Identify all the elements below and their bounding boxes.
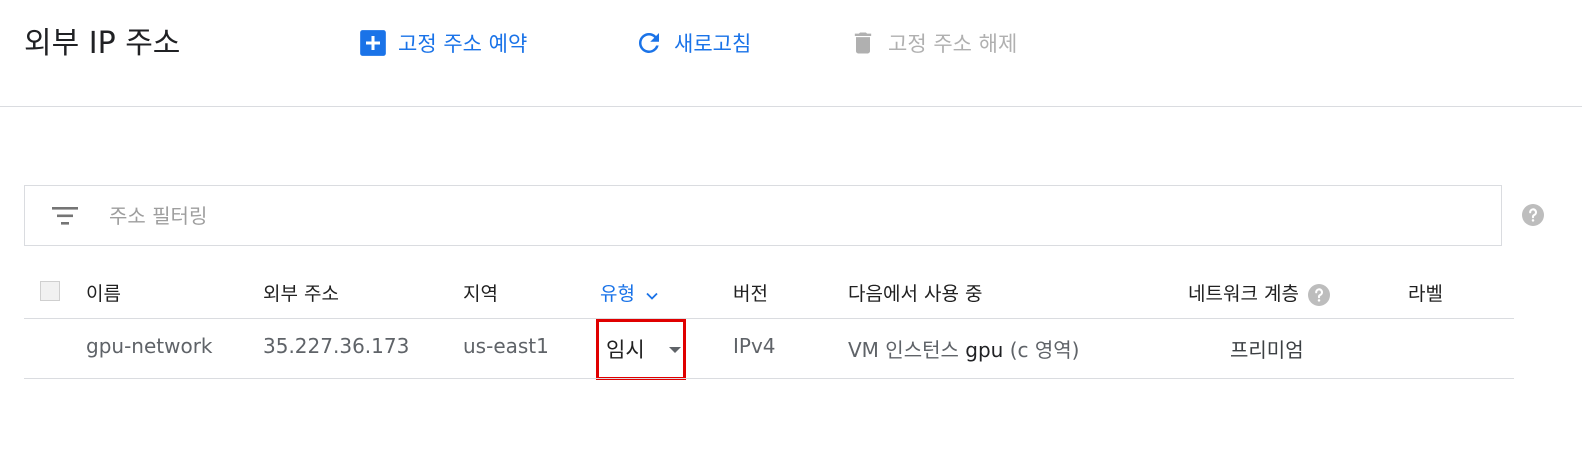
column-header-external-address[interactable]: 외부 주소 xyxy=(263,279,339,306)
row-divider xyxy=(24,378,1514,379)
cell-name: gpu-network xyxy=(86,334,213,358)
cell-in-use-by: VM 인스턴스 gpu (c 영역) xyxy=(848,334,1079,363)
page-header: 외부 IP 주소 고정 주소 예약 새로고침 고정 주소 해제 xyxy=(0,0,1582,107)
delete-icon xyxy=(848,28,878,58)
column-header-labels[interactable]: 라벨 xyxy=(1408,279,1443,306)
column-header-type[interactable]: 유형 xyxy=(600,279,659,306)
refresh-button[interactable]: 새로고침 xyxy=(634,26,751,60)
column-header-network-tier[interactable]: 네트워크 계층 xyxy=(1188,279,1331,307)
in-use-by-suffix: (c 영역) xyxy=(1009,338,1080,362)
refresh-label: 새로고침 xyxy=(674,32,752,56)
filter-input[interactable] xyxy=(107,200,1411,232)
filter-list-icon xyxy=(50,204,80,228)
page-title: 외부 IP 주소 xyxy=(24,26,181,61)
reserve-static-address-label: 고정 주소 예약 xyxy=(398,32,528,56)
column-header-network-tier-label: 네트워크 계층 xyxy=(1188,283,1299,305)
release-static-address-label: 고정 주소 해제 xyxy=(888,32,1018,56)
column-header-version[interactable]: 버전 xyxy=(733,279,768,306)
cell-version: IPv4 xyxy=(733,334,776,358)
help-icon[interactable] xyxy=(1307,283,1331,307)
in-use-by-prefix: VM 인스턴스 xyxy=(848,338,959,362)
column-header-name[interactable]: 이름 xyxy=(86,279,121,306)
column-header-type-label: 유형 xyxy=(600,283,635,305)
cell-external-address: 35.227.36.173 xyxy=(263,334,410,358)
type-dropdown-value: 임시 xyxy=(606,338,645,362)
refresh-icon xyxy=(634,28,664,58)
dropdown-arrow-icon xyxy=(669,347,681,353)
release-static-address-button: 고정 주소 해제 xyxy=(848,26,1017,60)
filter-bar xyxy=(24,185,1502,246)
reserve-static-address-button[interactable]: 고정 주소 예약 xyxy=(358,26,527,60)
select-all-checkbox[interactable] xyxy=(40,281,60,301)
in-use-by-instance-name[interactable]: gpu xyxy=(965,338,1003,362)
help-icon[interactable] xyxy=(1521,203,1545,227)
cell-region: us-east1 xyxy=(463,334,549,358)
chevron-down-icon xyxy=(645,286,659,300)
column-header-in-use-by[interactable]: 다음에서 사용 중 xyxy=(848,279,982,306)
cell-network-tier: 프리미엄 xyxy=(1230,338,1304,362)
type-dropdown[interactable]: 임시 xyxy=(596,319,686,380)
add-box-icon xyxy=(358,28,388,58)
header-divider xyxy=(24,318,1514,319)
column-header-region[interactable]: 지역 xyxy=(463,279,498,306)
